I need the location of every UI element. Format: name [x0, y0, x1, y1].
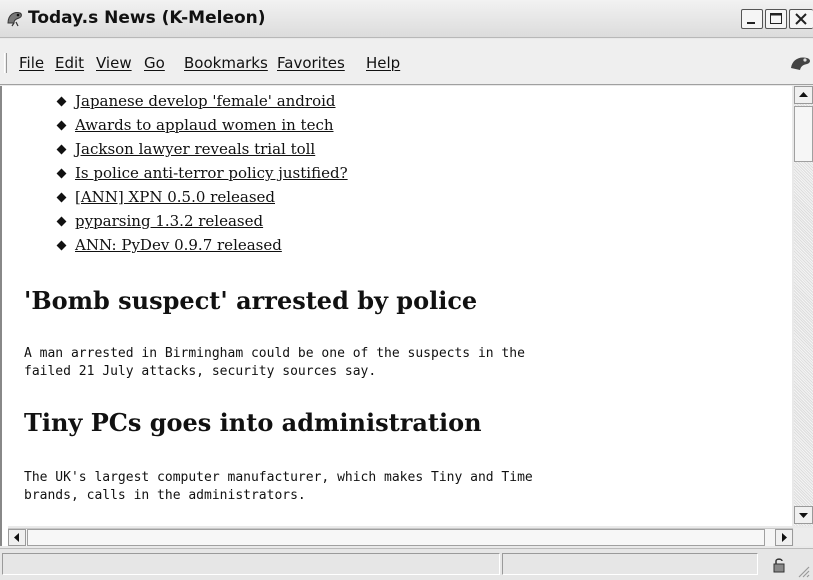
bullet-icon: [56, 96, 67, 107]
vertical-scroll-thumb[interactable]: [794, 106, 813, 162]
story-title: Tiny PCs goes into administration: [24, 408, 482, 437]
horizontal-scroll-thumb[interactable]: [27, 529, 765, 546]
story-line: failed 21 July attacks, security sources…: [24, 364, 377, 379]
scrollbar-corner: [794, 528, 813, 546]
story-body: The UK's largest computer manufacturer, …: [24, 469, 533, 505]
arrow-down-icon: [799, 513, 808, 518]
story-line: brands, calls in the administrators.: [24, 488, 306, 503]
menubar-grip[interactable]: [4, 53, 7, 73]
scroll-down-button[interactable]: [794, 506, 813, 524]
arrow-right-icon: [782, 533, 787, 542]
bullet-icon: [56, 216, 67, 227]
headline-link[interactable]: Japanese develop 'female' android: [75, 92, 336, 110]
menu-bookmarks[interactable]: Bookmarks: [184, 54, 268, 72]
bullet-icon: [56, 144, 67, 155]
scroll-right-button[interactable]: [775, 529, 793, 546]
minimize-button[interactable]: [741, 9, 763, 29]
menu-bar: File Edit View Go Bookmarks Favorites He…: [0, 39, 813, 85]
bullet-icon: [56, 192, 67, 203]
headline-link[interactable]: pyparsing 1.3.2 released: [75, 212, 263, 230]
status-text-pane: [2, 553, 500, 575]
menu-edit[interactable]: Edit: [55, 54, 84, 72]
status-progress-pane: [502, 553, 758, 575]
scroll-up-button[interactable]: [794, 86, 813, 104]
headline-link[interactable]: ANN: PyDev 0.9.7 released: [75, 236, 282, 254]
headline-link[interactable]: [ANN] XPN 0.5.0 released: [75, 188, 275, 206]
bullet-icon: [56, 120, 67, 131]
title-bar[interactable]: Today.s News (K-Meleon): [0, 0, 813, 38]
story-line: The UK's largest computer manufacturer, …: [24, 470, 533, 485]
headline-link[interactable]: Jackson lawyer reveals trial toll: [75, 140, 315, 158]
bullet-icon: [56, 168, 67, 179]
menu-favorites[interactable]: Favorites: [277, 54, 345, 72]
horizontal-scrollbar[interactable]: [8, 528, 793, 546]
menu-file[interactable]: File: [19, 54, 44, 72]
headline-link[interactable]: Is police anti-terror policy justified?: [75, 164, 348, 182]
close-button[interactable]: [789, 9, 813, 29]
content-left-border: [0, 86, 8, 546]
menu-view[interactable]: View: [96, 54, 132, 72]
story-body: A man arrested in Birmingham could be on…: [24, 345, 525, 381]
headline-link[interactable]: Awards to applaud women in tech: [75, 116, 334, 134]
vertical-scrollbar[interactable]: [794, 86, 813, 526]
menu-help[interactable]: Help: [366, 54, 400, 72]
lock-icon[interactable]: [771, 557, 787, 573]
resize-grip-icon[interactable]: [793, 561, 811, 579]
arrow-up-icon: [799, 92, 808, 97]
browser-window: Today.s News (K-Meleon) File Edit View G…: [0, 0, 813, 580]
menu-go[interactable]: Go: [144, 54, 165, 72]
story-title: 'Bomb suspect' arrested by police: [24, 286, 478, 315]
arrow-left-icon: [14, 533, 19, 542]
story-line: A man arrested in Birmingham could be on…: [24, 346, 525, 361]
minimize-icon: [747, 22, 755, 24]
throbber-icon[interactable]: [789, 52, 813, 74]
bullet-icon: [56, 240, 67, 251]
maximize-icon: [770, 13, 782, 24]
status-bar: [0, 548, 813, 580]
close-icon: [795, 13, 807, 25]
window-title: Today.s News (K-Meleon): [28, 8, 266, 28]
maximize-button[interactable]: [765, 9, 787, 29]
scroll-left-button[interactable]: [8, 529, 26, 546]
page-content: Japanese develop 'female' android Awards…: [8, 86, 792, 526]
k-meleon-icon[interactable]: [6, 9, 24, 27]
